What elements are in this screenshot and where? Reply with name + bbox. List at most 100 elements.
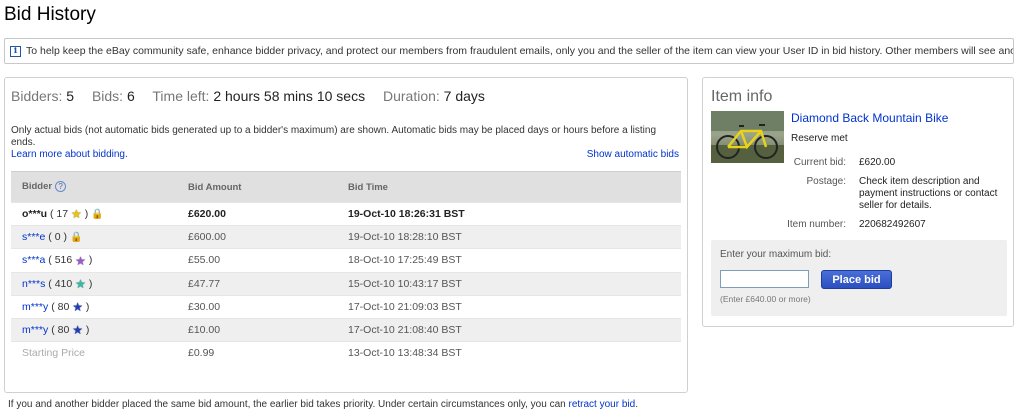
bid-amount-cell: £30.00 — [188, 294, 348, 319]
bidder-id-link[interactable]: s***a — [22, 254, 45, 266]
starting-price-time-cell: 13-Oct-10 13:48:34 BST — [348, 341, 681, 365]
duration-value: 7 days — [443, 88, 485, 104]
bid-amount-cell: £600.00 — [188, 225, 348, 249]
feedback-star-icon[interactable]: ★ — [75, 255, 86, 267]
feedback-score[interactable]: ( 516 — [48, 254, 72, 266]
bidding-note-text: Only actual bids (not automatic bids gen… — [11, 125, 657, 148]
feedback-star-icon[interactable]: ★ — [71, 208, 82, 220]
table-header-row: Bidder? Bid Amount Bid Time — [11, 171, 681, 203]
feedback-score[interactable]: ( 17 — [50, 208, 68, 220]
starting-price-amount-cell: £0.99 — [188, 341, 348, 365]
starting-price-label: Starting Price — [11, 341, 188, 365]
max-bid-input[interactable] — [720, 270, 809, 288]
bidder-column-header: Bidder? — [11, 171, 188, 203]
bid-time-cell: 19-Oct-10 18:28:10 BST — [348, 225, 681, 249]
starting-price-amount: £0.99 — [188, 347, 215, 360]
bidder-id-link[interactable]: n***s — [22, 278, 45, 290]
padlock-icon: 🔒 — [91, 208, 104, 220]
bid-time: 15-Oct-10 10:43:17 BST — [348, 277, 462, 290]
table-row: n***s ( 410 ★ ) £47.77 15-Oct-10 10:43:17 … — [11, 271, 681, 296]
postage-label: Postage: — [806, 176, 846, 187]
feedback-close: ) — [85, 300, 90, 313]
bidder-cell: s***e ( 0 ) 🔒 — [11, 225, 188, 249]
bid-amount-column-header: Bid Amount — [188, 171, 348, 203]
bids-label: Bids: — [91, 88, 124, 104]
item-number-value: 220682492607 — [859, 219, 926, 230]
bid-time: 19-Oct-10 18:28:10 BST — [348, 231, 462, 244]
bid-time-cell: 19-Oct-10 18:26:31 BST — [348, 201, 681, 226]
bid-time: 18-Oct-10 17:25:49 BST — [348, 254, 462, 267]
privacy-info-bar: i To help keep the eBay community safe, … — [4, 38, 1014, 64]
place-bid-button[interactable]: Place bid — [821, 270, 892, 289]
bid-amount: £620.00 — [188, 208, 226, 221]
feedback-close: ) — [85, 323, 90, 336]
show-automatic-bids-link[interactable]: Show automatic bids — [587, 149, 679, 160]
feedback-score[interactable]: ( 0 ) — [48, 231, 67, 243]
bid-time: 17-Oct-10 21:09:03 BST — [348, 300, 462, 313]
duration-label: Duration: — [382, 88, 440, 104]
table-row: s***e ( 0 ) 🔒 £600.00 19-Oct-10 18:28:10 BS… — [11, 225, 681, 249]
bid-time-cell: 17-Oct-10 21:08:40 BST — [348, 317, 681, 342]
feedback-close: ) — [88, 277, 93, 290]
page-title: Bid History — [4, 4, 96, 25]
max-bid-prompt: Enter your maximum bid: — [720, 249, 832, 260]
bidder-id-link[interactable]: o***u — [22, 208, 47, 220]
table-row: m***y ( 80 ★ ) £30.00 17-Oct-10 21:09:03 B… — [11, 294, 681, 319]
retract-bid-link[interactable]: retract your bid — [569, 399, 636, 410]
bid-time-cell: 18-Oct-10 17:25:49 BST — [348, 248, 681, 273]
postage-value: Check item description and payment instr… — [859, 176, 998, 211]
starting-price-row: Starting Price £0.99 13-Oct-10 13:48:34 BS… — [11, 341, 681, 365]
feedback-score[interactable]: ( 80 — [51, 301, 69, 313]
feedback-score[interactable]: ( 410 — [48, 278, 72, 290]
bid-time-cell: 17-Oct-10 21:09:03 BST — [348, 294, 681, 319]
help-icon[interactable]: ? — [55, 181, 67, 193]
bid-history-panel: Bidders: 5 Bids: 6 Time left: 2 hours 58… — [4, 77, 688, 393]
padlock-icon: 🔒 — [69, 232, 83, 243]
bid-amount-cell: £55.00 — [188, 248, 348, 273]
feedback-star-icon[interactable]: ★ — [72, 301, 83, 313]
bidders-value: 5 — [66, 88, 75, 104]
bid-time-cell: 15-Oct-10 10:43:17 BST — [348, 271, 681, 296]
bid-amount: £30.00 — [188, 300, 221, 313]
table-row: o***u ( 17 ★ ) 🔒 £620.00 19-Oct-10 18:26:31… — [11, 201, 681, 226]
feedback-star-icon[interactable]: ★ — [72, 324, 83, 336]
bidder-id-link[interactable]: s***e — [22, 231, 45, 243]
footer-end: . — [635, 399, 638, 410]
bidder-id-link[interactable]: m***y — [22, 301, 48, 313]
table-row: m***y ( 80 ★ ) £10.00 17-Oct-10 21:08:40 B… — [11, 317, 681, 342]
item-info-title: Item info — [711, 88, 773, 105]
feedback-star-icon[interactable]: ★ — [75, 278, 86, 290]
bidder-id-link[interactable]: m***y — [22, 324, 48, 336]
starting-price-time: 13-Oct-10 13:48:34 BST — [348, 347, 462, 360]
item-title-link[interactable]: Diamond Back Mountain Bike — [791, 111, 948, 125]
current-bid-value: £620.00 — [859, 157, 896, 168]
bid-amount: £600.00 — [188, 231, 226, 244]
bidder-cell: n***s ( 410 ★ ) — [11, 271, 188, 296]
bidder-cell: s***a ( 516 ★ ) — [11, 248, 188, 273]
learn-more-link[interactable]: Learn more about bidding. — [11, 149, 128, 160]
bid-summary: Bidders: 5 Bids: 6 Time left: 2 hours 58… — [11, 88, 499, 104]
current-bid-label: Current bid: — [793, 157, 846, 168]
footer-note: If you and another bidder placed the sam… — [8, 399, 638, 410]
bid-time: 19-Oct-10 18:26:31 BST — [348, 208, 465, 221]
bid-amount-cell: £620.00 — [188, 201, 348, 226]
item-info-panel: Item info Diamond Back Mountain Bike Res… — [702, 77, 1014, 327]
item-thumbnail[interactable] — [711, 111, 784, 163]
min-bid-hint: (Enter £640.00 or more) — [720, 294, 811, 304]
bidder-cell: m***y ( 80 ★ ) — [11, 317, 188, 342]
info-icon: i — [10, 45, 21, 57]
place-bid-box: Enter your maximum bid: Place bid (Enter… — [711, 240, 1007, 316]
bid-time: 17-Oct-10 21:08:40 BST — [348, 324, 462, 337]
bid-amount-cell: £47.77 — [188, 271, 348, 296]
bids-value: 6 — [126, 88, 135, 104]
bidding-note: Only actual bids (not automatic bids gen… — [11, 125, 681, 161]
reserve-status: Reserve met — [791, 133, 848, 144]
feedback-score[interactable]: ( 80 — [51, 324, 69, 336]
table-row: s***a ( 516 ★ ) £55.00 18-Oct-10 17:25:49 … — [11, 248, 681, 273]
bid-amount: £47.77 — [188, 277, 221, 290]
bid-amount: £55.00 — [188, 254, 221, 267]
privacy-info-text: To help keep the eBay community safe, en… — [26, 45, 1014, 57]
time-left-value: 2 hours 58 mins 10 secs — [213, 88, 366, 104]
feedback-close: ) — [88, 254, 93, 267]
feedback-close: ) — [84, 207, 89, 220]
